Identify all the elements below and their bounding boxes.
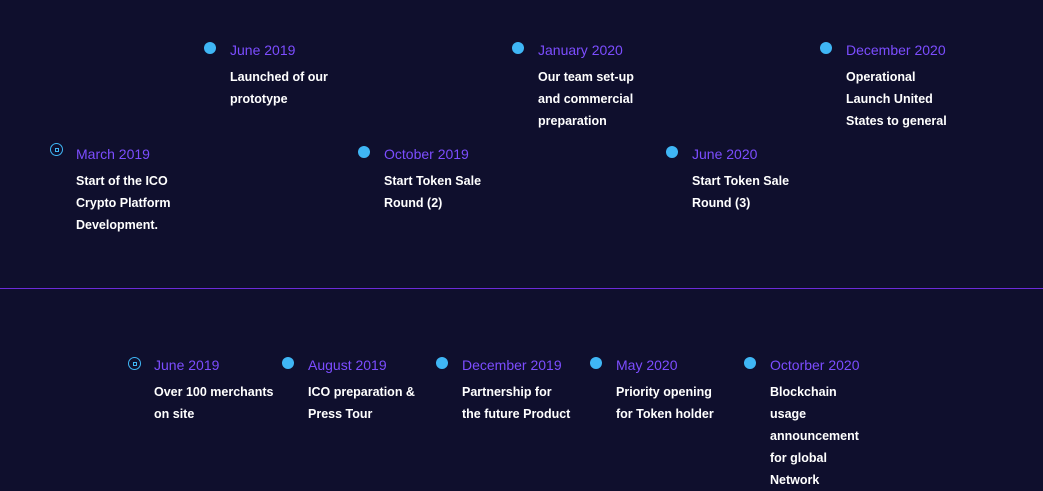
ring-icon <box>50 143 63 156</box>
timeline-date: June 2019 <box>230 42 296 58</box>
timeline-date: August 2019 <box>308 357 387 373</box>
dot-icon <box>512 42 524 54</box>
dot-icon <box>590 357 602 369</box>
timeline-description: Operational Launch United States to gene… <box>846 70 947 128</box>
timeline-date: December 2019 <box>462 357 562 373</box>
timeline-description: Over 100 merchants on site <box>154 385 274 421</box>
timeline-date: May 2020 <box>616 357 678 373</box>
dot-icon <box>744 357 756 369</box>
timeline-date: Octorber 2020 <box>770 357 860 373</box>
timeline-description: Start Token Sale Round (2) <box>384 174 482 210</box>
timeline-date: June 2020 <box>692 146 758 162</box>
timeline-date: October 2019 <box>384 146 469 162</box>
timeline-description: Blockchain usage announcement for global… <box>770 385 859 487</box>
dot-icon <box>436 357 448 369</box>
timeline-description: Start Token Sale Round (3) <box>692 174 790 210</box>
section-divider <box>0 288 1043 289</box>
timeline-description: Partnership for the future Product <box>462 385 571 421</box>
timeline-date: December 2020 <box>846 42 946 58</box>
timeline-date: March 2019 <box>76 146 150 162</box>
timeline-description: ICO preparation & Press Tour <box>308 385 415 421</box>
dot-icon <box>358 146 370 158</box>
dot-icon <box>666 146 678 158</box>
timeline-description: Priority opening for Token holder <box>616 385 714 421</box>
dot-icon <box>282 357 294 369</box>
timeline-date: June 2019 <box>154 357 220 373</box>
timeline-description: Launched of our prototype <box>230 70 328 106</box>
dot-icon <box>820 42 832 54</box>
timeline-description: Our team set-up and commercial preparati… <box>538 70 634 128</box>
timeline-date: January 2020 <box>538 42 623 58</box>
ring-icon <box>128 357 141 370</box>
dot-icon <box>204 42 216 54</box>
timeline-description: Start of the ICO Crypto Platform Develop… <box>76 174 171 232</box>
